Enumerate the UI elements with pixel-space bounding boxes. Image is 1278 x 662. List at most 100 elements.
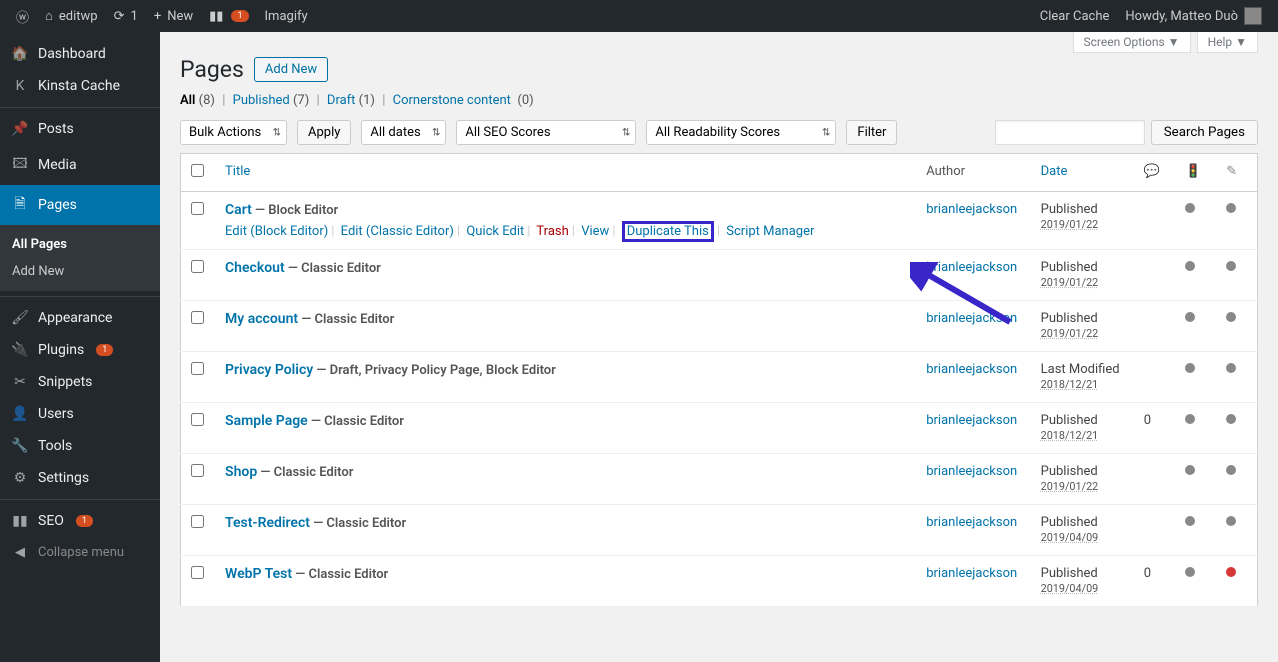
comment-count [1134,192,1175,250]
author-link[interactable]: brianleejackson [926,566,1017,581]
yoast-indicator[interactable]: ▮▮1 [201,0,256,32]
imagify-menu[interactable]: Imagify [257,0,316,32]
sidebar-item-pages[interactable]: 🗎Pages [0,185,160,225]
author-link[interactable]: brianleejackson [926,362,1017,377]
page-title-link[interactable]: Checkout [225,260,285,276]
sidebar-label: Tools [38,438,72,454]
comment-count [1134,454,1175,505]
sidebar-item-media[interactable]: 🖾Media [0,145,160,185]
author-link[interactable]: brianleejackson [926,413,1017,428]
duplicate-link[interactable]: Duplicate This [627,224,709,239]
sidebar-sub-all-pages[interactable]: All Pages [0,231,160,258]
date-value: 2019/04/09 [1041,582,1099,595]
sidebar-item-plugins[interactable]: 🔌Plugins1 [0,334,160,366]
edit-block-link[interactable]: Edit (Block Editor) [225,224,328,239]
sidebar-item-kinsta[interactable]: KKinsta Cache [0,70,160,102]
table-row: Cart — Block Editor Edit (Block Editor)|… [181,192,1258,250]
row-checkbox[interactable] [191,413,204,426]
my-account[interactable]: Howdy, Matteo Duò [1117,0,1270,32]
plugins-badge: 1 [96,344,113,356]
row-checkbox[interactable] [191,464,204,477]
author-link[interactable]: brianleejackson [926,311,1017,326]
seo-score-dot [1185,312,1195,322]
date-value: 2019/04/09 [1041,531,1099,544]
row-checkbox[interactable] [191,362,204,375]
pin-icon: 📌 [10,121,30,137]
sliders-icon: ⚙ [10,470,30,486]
page-title-link[interactable]: Test-Redirect [225,515,310,531]
col-title[interactable]: Title [225,164,250,179]
scissors-icon: ✂ [10,374,30,390]
script-manager-link[interactable]: Script Manager [726,224,814,239]
page-title-link[interactable]: Sample Page [225,413,308,429]
search-pages-button[interactable]: Search Pages [1151,120,1258,145]
add-new-page-button[interactable]: Add New [254,57,328,82]
author-link[interactable]: brianleejackson [926,464,1017,479]
row-checkbox[interactable] [191,515,204,528]
sidebar-collapse[interactable]: ◀Collapse menu [0,537,160,568]
screen-options-button[interactable]: Screen Options ▼ [1073,32,1191,53]
page-title-link[interactable]: WebP Test [225,566,292,582]
date-value: 2018/12/21 [1041,378,1099,391]
date-filter-select[interactable]: All dates [361,120,446,145]
select-all-checkbox[interactable] [191,164,204,177]
author-link[interactable]: brianleejackson [926,202,1017,217]
view-all[interactable]: All [180,93,195,108]
edit-classic-link[interactable]: Edit (Classic Editor) [341,224,454,239]
author-link[interactable]: brianleejackson [926,515,1017,530]
readability-dot [1226,261,1236,271]
date-status: Published [1041,464,1098,479]
readability-select[interactable]: All Readability Scores [646,120,836,145]
bulk-actions-select[interactable]: Bulk Actions [180,120,287,145]
sidebar-item-tools[interactable]: 🔧Tools [0,430,160,462]
search-input[interactable] [995,120,1145,145]
view-cornerstone-count: (0) [517,93,533,108]
wordpress-icon: ⓦ [16,7,29,26]
row-checkbox[interactable] [191,202,204,215]
sidebar-label: Pages [38,197,77,213]
filter-button[interactable]: Filter [846,120,897,145]
view-cornerstone[interactable]: Cornerstone content [393,93,511,108]
row-checkbox[interactable] [191,311,204,324]
col-date[interactable]: Date [1041,164,1068,179]
site-name[interactable]: ⌂editwp [37,0,106,32]
table-row: Test-Redirect — Classic Editor brianleej… [181,505,1258,556]
sidebar-item-posts[interactable]: 📌Posts [0,113,160,145]
sidebar-label: Media [38,157,77,173]
updates[interactable]: ⟳1 [106,0,146,32]
page-title-link[interactable]: Cart [225,202,252,218]
seo-score-dot [1185,261,1195,271]
page-title-link[interactable]: My account [225,311,298,327]
author-link[interactable]: brianleejackson [926,260,1017,275]
sidebar-item-seo[interactable]: ▮▮SEO1 [0,505,160,537]
row-checkbox[interactable] [191,566,204,579]
page-title-link[interactable]: Shop [225,464,257,480]
page-title-link[interactable]: Privacy Policy [225,362,313,378]
trash-link[interactable]: Trash [536,224,568,239]
new-content[interactable]: +New [146,0,201,32]
yoast-badge: 1 [231,10,248,22]
row-checkbox[interactable] [191,260,204,273]
view-draft[interactable]: Draft [327,93,356,108]
seo-score-dot [1185,516,1195,526]
search-box: Search Pages [995,120,1258,145]
wp-logo[interactable]: ⓦ [8,0,37,32]
post-state: — Classic Editor [292,567,388,582]
home-icon: ⌂ [45,8,53,24]
sidebar-sub-add-new[interactable]: Add New [0,258,160,285]
apply-button[interactable]: Apply [297,120,351,145]
sidebar-item-appearance[interactable]: 🖌Appearance [0,302,160,334]
quick-edit-link[interactable]: Quick Edit [466,224,524,239]
help-button[interactable]: Help ▼ [1197,32,1258,53]
seo-score-select[interactable]: All SEO Scores [456,120,636,145]
post-state: — Block Editor [252,203,338,218]
clear-cache[interactable]: Clear Cache [1032,0,1118,32]
sidebar-item-users[interactable]: 👤Users [0,398,160,430]
sidebar-item-snippets[interactable]: ✂Snippets [0,366,160,398]
date-status: Published [1041,413,1098,428]
view-link[interactable]: View [581,224,609,239]
sidebar-item-dashboard[interactable]: 🏠Dashboard [0,38,160,70]
sidebar-item-settings[interactable]: ⚙Settings [0,462,160,494]
view-published[interactable]: Published [233,93,290,108]
main-content: Screen Options ▼ Help ▼ Pages Add New Se… [160,32,1278,662]
